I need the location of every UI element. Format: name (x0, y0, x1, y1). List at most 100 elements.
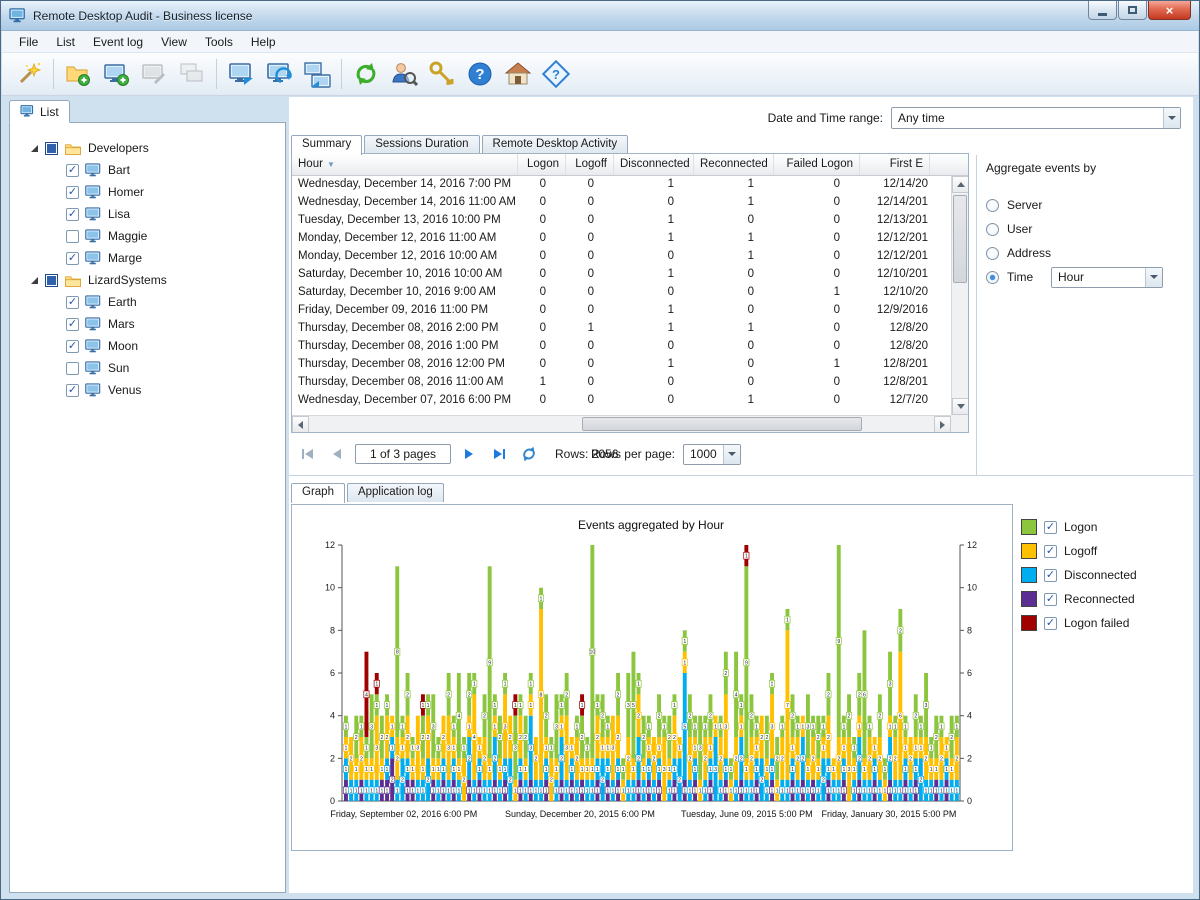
item-checkbox[interactable]: ✓ (66, 186, 79, 199)
item-checkbox[interactable] (66, 362, 79, 375)
table-row[interactable]: Monday, December 12, 2016 10:00 AM000101… (292, 248, 951, 266)
radio-row-user[interactable]: User (986, 217, 1186, 241)
radio-user[interactable] (986, 223, 999, 236)
item-checkbox[interactable]: ✓ (66, 164, 79, 177)
tree-item-homer[interactable]: ✓Homer (10, 181, 285, 203)
tree-group-lizardsystems[interactable]: LizardSystems (10, 269, 285, 291)
table-row[interactable]: Wednesday, December 14, 2016 11:00 AM000… (292, 194, 951, 212)
scroll-down-button[interactable] (952, 398, 969, 415)
audit-computer-icon[interactable] (222, 55, 260, 93)
find-user-icon[interactable] (385, 55, 423, 93)
item-checkbox[interactable]: ✓ (66, 208, 79, 221)
tree-item-marge[interactable]: ✓Marge (10, 247, 285, 269)
radio-address[interactable] (986, 247, 999, 260)
tab-sessions-duration[interactable]: Sessions Duration (364, 135, 479, 154)
column-header-logoff[interactable]: Logoff (566, 154, 614, 175)
tab-remote-desktop-activity[interactable]: Remote Desktop Activity (482, 135, 629, 154)
daterange-combo-arrow[interactable] (1163, 108, 1180, 128)
radio-row-address[interactable]: Address (986, 241, 1186, 265)
minimize-button[interactable] (1088, 1, 1117, 20)
title-bar[interactable]: Remote Desktop Audit - Business license … (1, 1, 1199, 31)
first-page-button[interactable] (295, 443, 319, 465)
time-unit-combo[interactable]: Hour (1051, 267, 1163, 288)
legend-checkbox[interactable]: ✓ (1044, 593, 1057, 606)
tree-item-moon[interactable]: ✓Moon (10, 335, 285, 357)
horizontal-scroll-thumb[interactable] (582, 417, 862, 431)
tree-item-earth[interactable]: ✓Earth (10, 291, 285, 313)
legend-checkbox[interactable]: ✓ (1044, 617, 1057, 630)
menu-tools[interactable]: Tools (196, 31, 242, 52)
group-checkbox[interactable] (45, 142, 58, 155)
audit-selected-icon[interactable] (260, 55, 298, 93)
tab-list[interactable]: List (9, 100, 70, 123)
item-checkbox[interactable]: ✓ (66, 384, 79, 397)
vertical-scroll-thumb[interactable] (953, 195, 967, 283)
menu-list[interactable]: List (47, 31, 84, 52)
time-unit-arrow[interactable] (1145, 268, 1162, 287)
daterange-combo[interactable]: Any time (891, 107, 1181, 129)
legend-checkbox[interactable]: ✓ (1044, 545, 1057, 558)
horizontal-scrollbar[interactable] (292, 415, 951, 432)
menu-view[interactable]: View (152, 31, 196, 52)
license-key-icon[interactable] (423, 55, 461, 93)
scroll-left-button[interactable] (292, 416, 309, 433)
table-row[interactable]: Saturday, December 10, 2016 9:00 AM00001… (292, 284, 951, 302)
radio-time[interactable] (986, 271, 999, 284)
edit-computer-icon[interactable] (135, 55, 173, 93)
table-row[interactable]: Thursday, December 08, 2016 2:00 PM01110… (292, 320, 951, 338)
tree-item-venus[interactable]: ✓Venus (10, 379, 285, 401)
item-checkbox[interactable] (66, 230, 79, 243)
menu-event-log[interactable]: Event log (84, 31, 152, 52)
help-icon[interactable]: ? (461, 55, 499, 93)
menu-help[interactable]: Help (242, 31, 285, 52)
table-row[interactable]: Thursday, December 08, 2016 1:00 PM00000… (292, 338, 951, 356)
column-header-logon[interactable]: Logon (518, 154, 566, 175)
menu-file[interactable]: File (10, 31, 47, 52)
maximize-button[interactable] (1118, 1, 1147, 20)
table-row[interactable]: Thursday, December 08, 2016 12:00 PM0010… (292, 356, 951, 374)
scroll-right-button[interactable] (934, 416, 951, 433)
item-checkbox[interactable]: ✓ (66, 318, 79, 331)
radio-row-time[interactable]: TimeHour (986, 265, 1186, 289)
tab-summary[interactable]: Summary (291, 135, 362, 155)
previous-page-button[interactable] (325, 443, 349, 465)
tree-item-mars[interactable]: ✓Mars (10, 313, 285, 335)
add-computer-icon[interactable] (97, 55, 135, 93)
table-row[interactable]: Wednesday, December 07, 2016 6:00 PM0001… (292, 392, 951, 410)
home-icon[interactable] (499, 55, 537, 93)
group-checkbox[interactable] (45, 274, 58, 287)
audit-all-icon[interactable] (298, 55, 336, 93)
legend-checkbox[interactable]: ✓ (1044, 569, 1057, 582)
tab-application-log[interactable]: Application log (347, 483, 444, 502)
about-icon[interactable]: ? (537, 55, 575, 93)
rows-per-page-combo[interactable]: 1000 (683, 444, 741, 465)
refresh-icon[interactable] (347, 55, 385, 93)
tree-group-developers[interactable]: Developers (10, 137, 285, 159)
column-header-failed-logon[interactable]: Failed Logon (774, 154, 860, 175)
item-checkbox[interactable]: ✓ (66, 340, 79, 353)
table-row[interactable]: Friday, December 09, 2016 11:00 PM001001… (292, 302, 951, 320)
copy-computers-icon[interactable] (173, 55, 211, 93)
radio-row-server[interactable]: Server (986, 193, 1186, 217)
tree-item-lisa[interactable]: ✓Lisa (10, 203, 285, 225)
table-row[interactable]: Thursday, December 08, 2016 11:00 AM1000… (292, 374, 951, 392)
legend-checkbox[interactable]: ✓ (1044, 521, 1057, 534)
item-checkbox[interactable]: ✓ (66, 252, 79, 265)
reload-rows-icon[interactable] (517, 443, 541, 465)
next-page-button[interactable] (457, 443, 481, 465)
radio-server[interactable] (986, 199, 999, 212)
item-checkbox[interactable]: ✓ (66, 296, 79, 309)
close-button[interactable]: × (1148, 1, 1191, 20)
column-header-first-e[interactable]: First E (860, 154, 930, 175)
rows-per-page-arrow[interactable] (723, 445, 740, 464)
scroll-up-button[interactable] (952, 176, 969, 193)
table-row[interactable]: Monday, December 12, 2016 11:00 AM001101… (292, 230, 951, 248)
column-header-hour[interactable]: Hour▼ (292, 154, 518, 175)
column-header-disconnected[interactable]: Disconnected (614, 154, 694, 175)
last-page-button[interactable] (487, 443, 511, 465)
column-header-reconnected[interactable]: Reconnected (694, 154, 774, 175)
table-row[interactable]: Wednesday, December 14, 2016 7:00 PM0011… (292, 176, 951, 194)
vertical-scrollbar[interactable] (951, 176, 968, 415)
table-row[interactable]: Tuesday, December 13, 2016 10:00 PM00100… (292, 212, 951, 230)
add-folder-icon[interactable] (59, 55, 97, 93)
